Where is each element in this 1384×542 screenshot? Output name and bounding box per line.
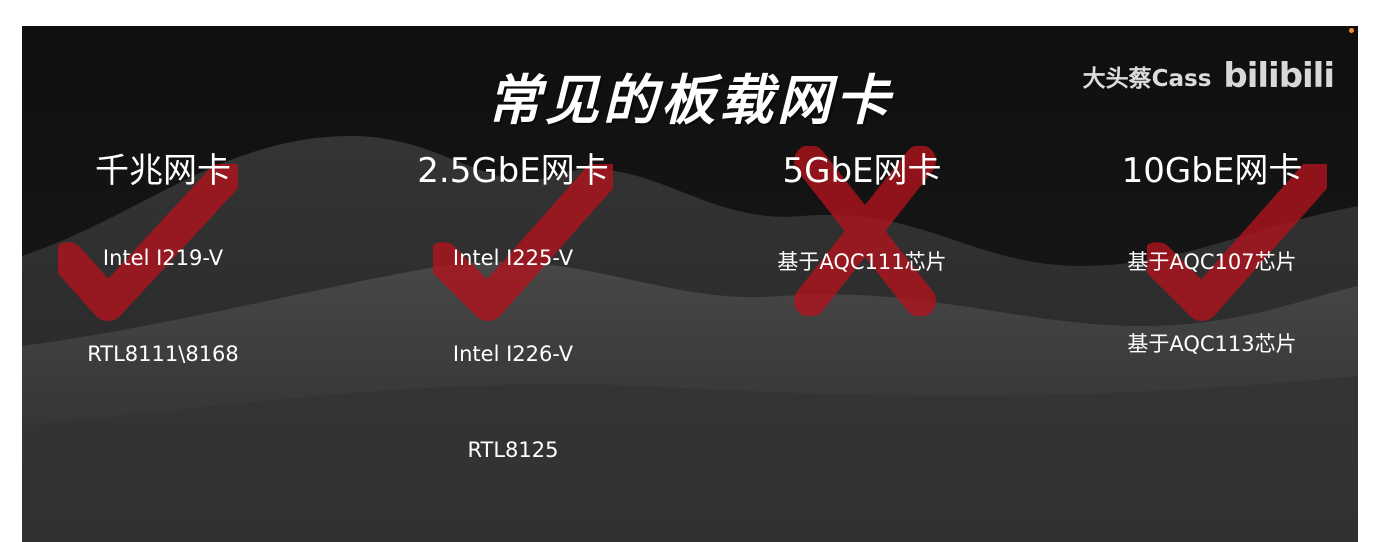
column-gigabit: 千兆网卡 Intel I219-V RTL8111\8168 <box>22 146 328 366</box>
list-item: 基于AQC111芯片 <box>777 250 947 274</box>
column-5gbe: 5GbE网卡 基于AQC111芯片 <box>697 146 1027 316</box>
list-item: Intel I219-V <box>102 246 224 270</box>
list-item: 基于AQC107芯片 <box>1127 250 1297 274</box>
column-10gbe: 10GbE网卡 基于AQC107芯片 基于AQC113芯片 <box>1047 146 1358 356</box>
list-item: RTL8111\8168 <box>87 342 239 366</box>
bilibili-logo: bilibili <box>1223 56 1335 96</box>
list-item: Intel I226-V <box>452 342 574 366</box>
brand-watermark: 大头蔡Cass bilibili <box>1082 52 1335 100</box>
column-2-5gbe: 2.5GbE网卡 Intel I225-V Intel I226-V RTL81… <box>348 146 678 462</box>
list-item: Intel I225-V <box>452 246 574 270</box>
column-heading: 5GbE网卡 <box>782 151 942 191</box>
column-heading: 2.5GbE网卡 <box>417 151 609 191</box>
slide-frame: 常见的板载网卡 大头蔡Cass bilibili 千兆网卡 Intel I219… <box>22 26 1358 542</box>
author-name: 大头蔡Cass <box>1082 66 1212 92</box>
list-item: 基于AQC113芯片 <box>1127 332 1297 356</box>
recording-indicator-dot <box>1349 28 1354 33</box>
column-heading: 千兆网卡 <box>95 151 231 191</box>
column-heading: 10GbE网卡 <box>1121 151 1303 191</box>
list-item: RTL8125 <box>467 438 559 462</box>
